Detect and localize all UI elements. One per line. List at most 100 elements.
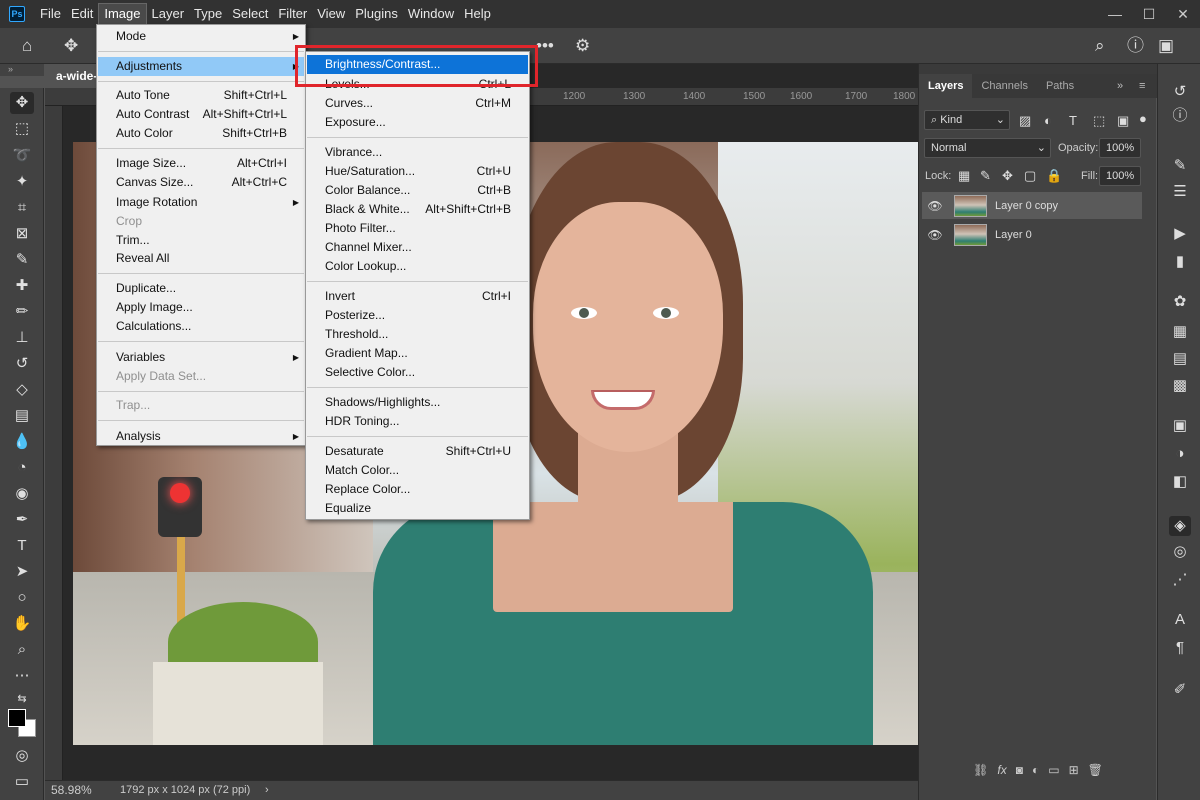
menu-layer[interactable]: Layer [147, 3, 190, 25]
channels-icon[interactable]: ◎ [1169, 542, 1191, 562]
lock-transparent-icon[interactable]: ▦ [958, 168, 970, 184]
menu-image[interactable]: Image [98, 3, 147, 25]
menu-item-photo-filter[interactable]: Photo Filter... [307, 219, 528, 238]
panel-collapse-bar[interactable] [919, 64, 1157, 74]
menu-item-canvas-size[interactable]: Canvas Size... Alt+Ctrl+C [98, 173, 304, 192]
glyphs-icon[interactable]: ▮ [1169, 252, 1191, 272]
menu-item-selective-color[interactable]: Selective Color... [307, 363, 528, 382]
layer-row[interactable]: 👁 Layer 0 copy [922, 192, 1142, 219]
eraser-tool-icon[interactable]: ◇ [10, 379, 34, 401]
menu-item-reveal-all[interactable]: Reveal All [98, 249, 304, 268]
path-selection-icon[interactable]: ➤ [10, 561, 34, 583]
brush-tool-icon[interactable]: ✏ [10, 301, 34, 323]
menu-item-curves[interactable]: Curves... Ctrl+M [307, 94, 528, 113]
sponge-tool-icon[interactable]: ◉ [10, 483, 34, 505]
menu-item-desaturate[interactable]: Desaturate Shift+Ctrl+U [307, 442, 528, 461]
lock-position-icon[interactable]: ✥ [1002, 168, 1013, 184]
marquee-tool-icon[interactable]: ⬚ [10, 118, 34, 140]
eye-icon[interactable]: 👁 [922, 228, 948, 242]
menu-item-match-color[interactable]: Match Color... [307, 461, 528, 480]
hand-tool-icon[interactable]: ✋ [10, 613, 34, 635]
layers-stack-icon[interactable]: ◈ [1169, 516, 1191, 536]
magic-wand-icon[interactable]: ✦ [10, 171, 34, 193]
new-group-icon[interactable]: ▭ [1048, 758, 1059, 782]
crop-tool-icon[interactable]: ⌗ [10, 197, 34, 219]
zoom-level[interactable]: 58.98% [51, 781, 92, 800]
menu-item-gradient-map[interactable]: Gradient Map... [307, 344, 528, 363]
quick-mask-icon[interactable]: ◎ [10, 745, 34, 767]
blend-mode-select[interactable]: Normal ⌄ [924, 138, 1051, 158]
menu-item-color-balance[interactable]: Color Balance... Ctrl+B [307, 181, 528, 200]
filter-toggle-icon[interactable]: ● [1139, 111, 1147, 127]
patterns-icon[interactable]: ▩ [1169, 376, 1191, 396]
menu-item-invert[interactable]: Invert Ctrl+I [307, 287, 528, 306]
menu-item-image-rotation[interactable]: Image Rotation ▶ [98, 193, 304, 212]
link-layers-icon[interactable]: ⛓ [973, 758, 988, 782]
menu-item-black-white[interactable]: Black & White... Alt+Shift+Ctrl+B [307, 200, 528, 219]
menu-item-posterize[interactable]: Posterize... [307, 306, 528, 325]
menu-item-calculations[interactable]: Calculations... [98, 317, 304, 336]
swatches-grid-icon[interactable]: ▦ [1169, 322, 1191, 342]
home-icon[interactable]: ⌂ [22, 36, 32, 56]
delete-layer-icon[interactable]: 🗑 [1088, 758, 1103, 782]
filter-kind-select[interactable]: ⌕ Kind ⌄ [924, 110, 1010, 130]
menu-item-threshold[interactable]: Threshold... [307, 325, 528, 344]
minimize-button[interactable]: — [1098, 0, 1132, 28]
filter-type-icon[interactable]: T [1069, 113, 1077, 129]
menu-item-analysis[interactable]: Analysis ▶ [98, 427, 304, 446]
type-tool-icon[interactable]: T [10, 535, 34, 557]
gradients-icon[interactable]: ▤ [1169, 349, 1191, 369]
tab-paths[interactable]: Paths [1037, 74, 1083, 98]
more-tools-icon[interactable]: ⋯ [10, 665, 34, 687]
filter-smart-object-icon[interactable]: ▣ [1117, 113, 1129, 129]
menu-item-auto-color[interactable]: Auto Color Shift+Ctrl+B [98, 124, 304, 143]
fill-input[interactable]: 100% [1099, 166, 1141, 186]
menu-type[interactable]: Type [189, 3, 227, 25]
color-wheel-icon[interactable]: ✿ [1169, 292, 1191, 312]
menu-item-adjustments[interactable]: Adjustments ▶ [98, 57, 304, 76]
menu-help[interactable]: Help [459, 3, 496, 25]
toolbar-collapse[interactable]: » [0, 64, 44, 76]
menu-item-auto-tone[interactable]: Auto Tone Shift+Ctrl+L [98, 86, 304, 105]
menu-item-shadows-highlights[interactable]: Shadows/Highlights... [307, 393, 528, 412]
lock-artboard-icon[interactable]: ▢ [1024, 168, 1036, 184]
healing-brush-icon[interactable]: ✚ [10, 275, 34, 297]
menu-edit[interactable]: Edit [66, 3, 98, 25]
menu-file[interactable]: File [35, 3, 66, 25]
menu-item-replace-color[interactable]: Replace Color... [307, 480, 528, 499]
menu-item-image-size[interactable]: Image Size... Alt+Ctrl+I [98, 154, 304, 173]
filter-pixel-icon[interactable]: ▨ [1019, 113, 1031, 129]
paths-icon[interactable]: ⋰ [1169, 570, 1191, 590]
history-brush-icon[interactable]: ↺ [10, 353, 34, 375]
screen-mode-icon[interactable]: ▭ [10, 771, 34, 793]
brush-settings-icon[interactable]: ✎ [1169, 156, 1191, 176]
lock-all-icon[interactable]: 🔒 [1046, 168, 1062, 184]
more-options-icon[interactable]: ••• [536, 36, 554, 56]
adjustments-icon[interactable]: ▣ [1169, 416, 1191, 436]
menu-filter[interactable]: Filter [273, 3, 312, 25]
tab-layers[interactable]: Layers [919, 74, 973, 98]
adjustment-layer-icon[interactable]: ◐ [1032, 758, 1039, 782]
gradient-tool-icon[interactable]: ▤ [10, 405, 34, 427]
notes-icon[interactable]: ✐ [1169, 680, 1191, 700]
menu-item-mode[interactable]: Mode ▶ [98, 27, 304, 46]
settings-gear-icon[interactable]: ⚙ [575, 36, 590, 56]
properties-icon[interactable]: ☰ [1169, 182, 1191, 202]
eyedropper-icon[interactable]: ✎ [10, 249, 34, 271]
expand-panel-icon[interactable]: » [1117, 74, 1123, 98]
layer-row[interactable]: 👁 Layer 0 [922, 221, 1142, 248]
menu-window[interactable]: Window [403, 3, 459, 25]
menu-item-vibrance[interactable]: Vibrance... [307, 143, 528, 162]
tab-channels[interactable]: Channels [972, 74, 1036, 98]
panel-menu-icon[interactable]: ≡ [1139, 74, 1145, 98]
new-layer-icon[interactable]: ⊞ [1069, 758, 1079, 782]
help-icon[interactable]: ⓘ [1127, 36, 1144, 56]
clone-stamp-icon[interactable]: ⊥ [10, 327, 34, 349]
foreground-color-swatch[interactable] [8, 709, 26, 727]
menu-item-color-lookup[interactable]: Color Lookup... [307, 257, 528, 276]
filter-shape-icon[interactable]: ⬚ [1093, 113, 1105, 129]
libraries-icon[interactable]: ◑ [1169, 444, 1191, 464]
workspace-icon[interactable]: ▣ [1158, 36, 1174, 56]
maximize-button[interactable]: ☐ [1132, 0, 1166, 28]
zoom-tool-icon[interactable]: ⌕ [10, 639, 34, 661]
